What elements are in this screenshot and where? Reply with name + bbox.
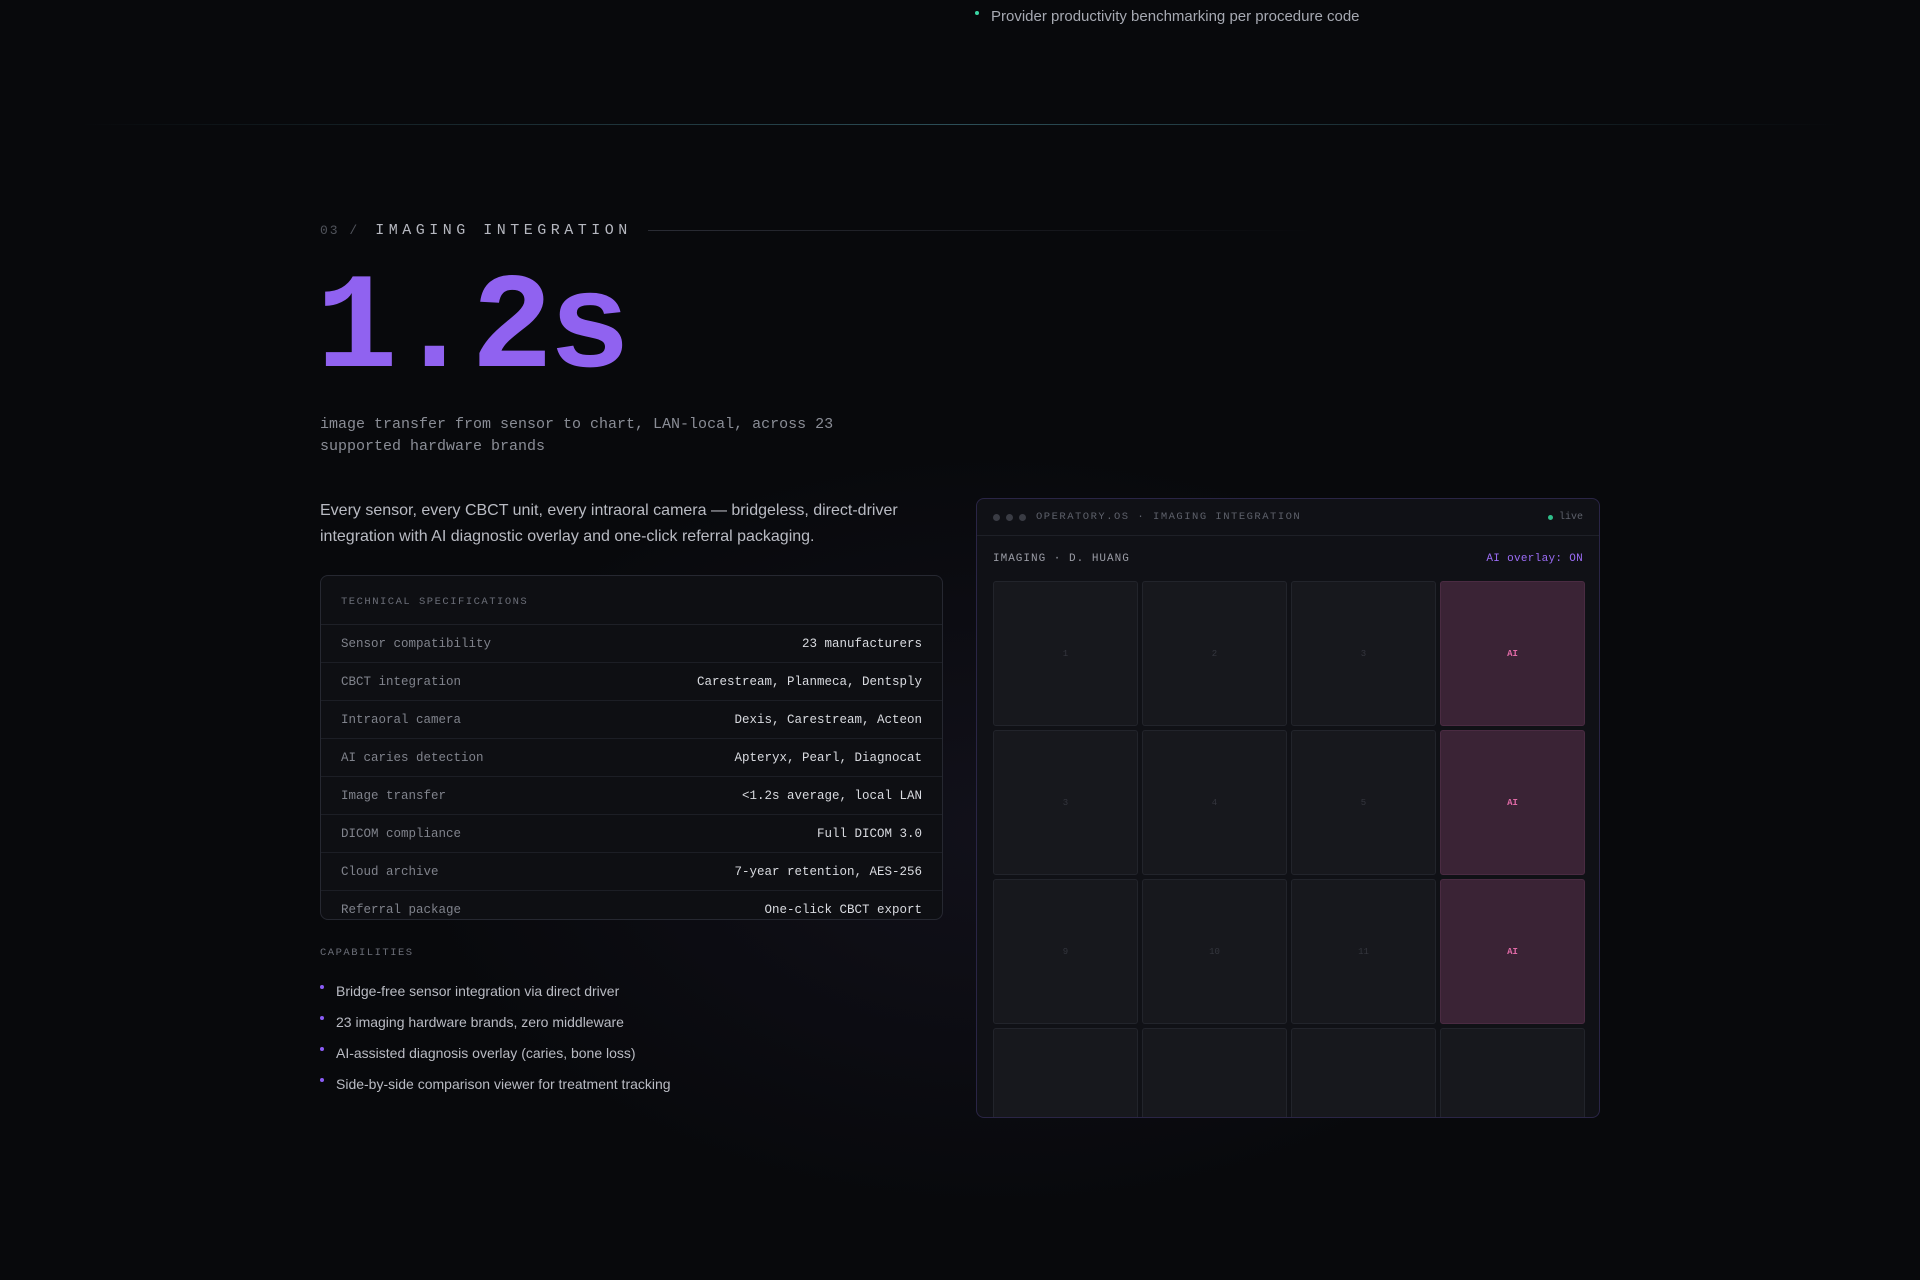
capabilities-label: CAPABILITIES: [320, 947, 414, 959]
spec-value: Full DICOM 3.0: [816, 826, 922, 841]
capability-text: Bridge-free sensor integration via direc…: [336, 982, 620, 999]
image-tile[interactable]: 1: [993, 581, 1138, 726]
spec-key: Cloud archive: [341, 864, 439, 879]
section-label: 03 / IMAGING INTEGRATION: [320, 222, 1600, 239]
capabilities-list: Bridge-free sensor integration via direc…: [320, 975, 671, 1099]
spec-key: Sensor compatibility: [341, 636, 492, 651]
window-dot-icon[interactable]: [1006, 513, 1013, 521]
spec-row: Cloud archive 7-year retention, AES-256: [321, 853, 942, 891]
hero-caption: image transfer from sensor to chart, LAN…: [320, 416, 834, 455]
spec-value: Apteryx, Pearl, Diagnocat: [734, 750, 922, 765]
image-tile[interactable]: [993, 1028, 1138, 1117]
section-divider: [80, 124, 1840, 125]
top-bullet-item: Provider productivity benchmarking per p…: [975, 8, 1360, 25]
live-status: live: [1547, 511, 1583, 523]
ai-image-tile[interactable]: AI: [1440, 730, 1585, 875]
image-tile[interactable]: 9: [993, 879, 1138, 1024]
spec-value: <1.2s average, local LAN: [741, 788, 922, 803]
spec-header: TECHNICAL SPECIFICATIONS: [321, 576, 942, 625]
bullet-dot-icon: [320, 1046, 324, 1051]
capability-text: Side-by-side comparison viewer for treat…: [336, 1075, 671, 1092]
panel-subheader: IMAGING · D. HUANG AI overlay: ON: [977, 553, 1599, 565]
list-item: AI-assisted diagnosis overlay (caries, b…: [320, 1037, 671, 1068]
live-dot-icon: [1547, 514, 1553, 520]
bullet-dot-icon: [320, 1015, 324, 1020]
spec-key: AI caries detection: [341, 750, 484, 765]
image-tile[interactable]: [1440, 1028, 1585, 1117]
list-item: Side-by-side comparison viewer for treat…: [320, 1068, 671, 1099]
live-status-text: live: [1558, 511, 1583, 523]
image-tile[interactable]: 3: [1291, 581, 1436, 726]
ai-image-tile[interactable]: AI: [1440, 581, 1585, 726]
spec-value: 7-year retention, AES-256: [734, 864, 922, 879]
spec-value: Carestream, Planmeca, Dentsply: [696, 674, 922, 689]
list-item: 23 imaging hardware brands, zero middlew…: [320, 1006, 671, 1037]
image-tile[interactable]: 3: [993, 730, 1138, 875]
imaging-panel: OPERATORY.OS · IMAGING INTEGRATION live …: [976, 498, 1600, 1118]
intro-paragraph: Every sensor, every CBCT unit, every int…: [320, 502, 898, 545]
spec-key: DICOM compliance: [341, 826, 462, 841]
spec-key: CBCT integration: [341, 674, 462, 689]
image-tile[interactable]: [1291, 1028, 1436, 1117]
image-tile[interactable]: 4: [1142, 730, 1287, 875]
spec-key: Intraoral camera: [341, 712, 462, 727]
spec-row: CBCT integration Carestream, Planmeca, D…: [321, 663, 942, 701]
ai-image-tile[interactable]: AI: [1440, 879, 1585, 1024]
bullet-dot-icon: [320, 984, 324, 989]
hero-stat: 1.2s: [316, 253, 630, 407]
spec-row: Image transfer <1.2s average, local LAN: [321, 777, 942, 815]
image-grid: 1 2 3 AI 3 4 5 AI 9 10 11 AI: [993, 581, 1585, 1117]
spec-card: TECHNICAL SPECIFICATIONS Sensor compatib…: [320, 575, 943, 920]
spec-row: DICOM compliance Full DICOM 3.0: [321, 815, 942, 853]
spec-value: 23 manufacturers: [801, 636, 922, 651]
spec-key: Referral package: [341, 902, 462, 917]
panel-title: OPERATORY.OS · IMAGING INTEGRATION: [1036, 511, 1302, 523]
window-dot-icon[interactable]: [1019, 513, 1026, 521]
capability-text: 23 imaging hardware brands, zero middlew…: [336, 1013, 624, 1030]
image-tile[interactable]: 11: [1291, 879, 1436, 1024]
spec-key: Image transfer: [341, 788, 447, 803]
capability-text: AI-assisted diagnosis overlay (caries, b…: [336, 1044, 636, 1061]
patient-label: IMAGING · D. HUANG: [993, 553, 1130, 565]
top-bullet-text: Provider productivity benchmarking per p…: [991, 8, 1360, 25]
section-title: IMAGING INTEGRATION: [375, 222, 632, 239]
list-item: Bridge-free sensor integration via direc…: [320, 975, 671, 1006]
image-tile[interactable]: 5: [1291, 730, 1436, 875]
spec-row: Sensor compatibility 23 manufacturers: [321, 625, 942, 663]
section-rule: [647, 230, 1600, 231]
ai-overlay-toggle[interactable]: AI overlay: ON: [1486, 553, 1583, 565]
panel-titlebar: OPERATORY.OS · IMAGING INTEGRATION live: [977, 499, 1599, 536]
spec-value: One-click CBCT export: [764, 902, 922, 917]
window-dot-icon[interactable]: [993, 513, 1000, 521]
image-tile[interactable]: 2: [1142, 581, 1287, 726]
spec-value: Dexis, Carestream, Acteon: [734, 712, 922, 727]
image-tile[interactable]: 10: [1142, 879, 1287, 1024]
bullet-dot-icon: [975, 10, 979, 15]
spec-row: AI caries detection Apteryx, Pearl, Diag…: [321, 739, 942, 777]
spec-row: Intraoral camera Dexis, Carestream, Acte…: [321, 701, 942, 739]
spec-row: Referral package One-click CBCT export: [321, 891, 942, 919]
section-number: 03 /: [320, 223, 360, 238]
image-tile[interactable]: [1142, 1028, 1287, 1117]
